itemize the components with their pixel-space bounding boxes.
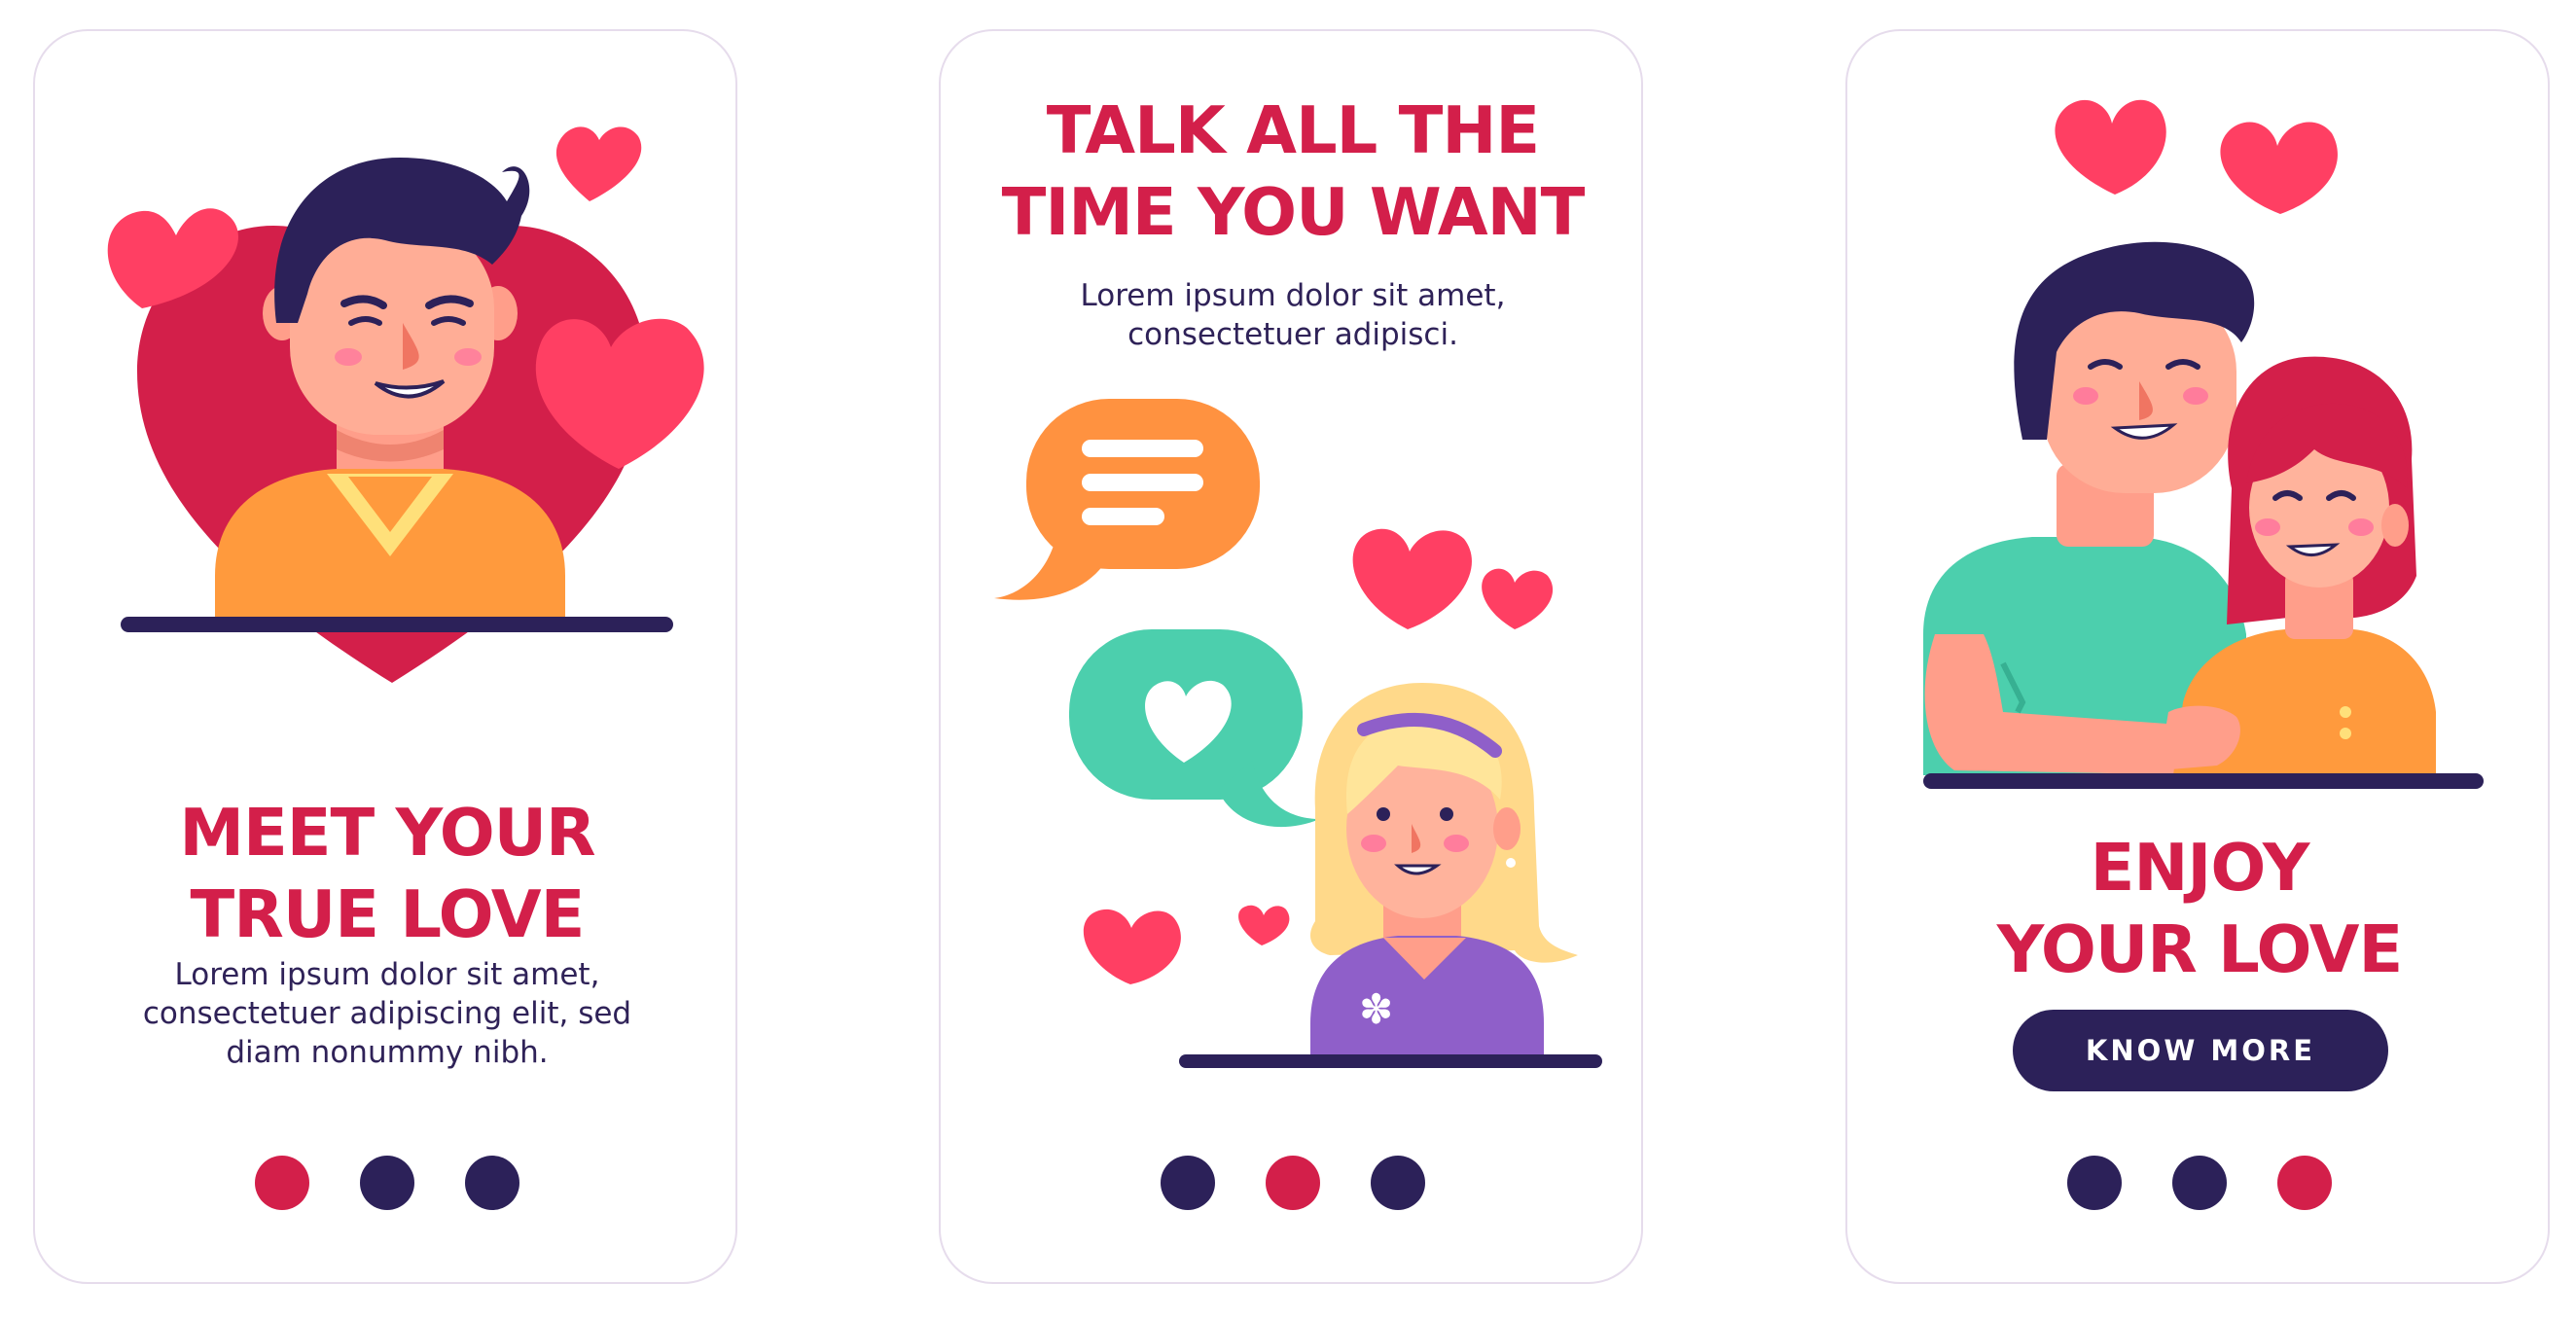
- onboarding-card-meet: MEET YOUR TRUE LOVE Lorem ipsum dolor si…: [33, 29, 737, 1284]
- page-dot-1[interactable]: [2067, 1156, 2122, 1210]
- title-line: ENJOY: [2090, 830, 2310, 906]
- description-line: consectetuer adipiscing elit, sed: [142, 996, 632, 1031]
- onboarding-card-talk: TALK ALL THE TIME YOU WANT Lorem ipsum d…: [939, 29, 1643, 1284]
- description-line: Lorem ipsum dolor sit amet,: [174, 957, 600, 992]
- page-dot-3[interactable]: [1371, 1156, 1425, 1210]
- pagination-dots: [35, 1156, 735, 1210]
- heart-bubble-icon: [1069, 629, 1320, 828]
- heart-icon: [1083, 909, 1181, 984]
- page-dot-1[interactable]: [255, 1156, 309, 1210]
- title-line: MEET YOUR: [179, 795, 595, 871]
- page-dot-3[interactable]: [2277, 1156, 2332, 1210]
- heart-icon: [1352, 528, 1472, 629]
- heart-icon: [555, 126, 642, 201]
- page-dot-2[interactable]: [2172, 1156, 2227, 1210]
- heart-icon: [2055, 99, 2166, 195]
- man-portrait-illustration: [107, 126, 704, 683]
- page-dot-1[interactable]: [1161, 1156, 1215, 1210]
- title-line: YOUR LOVE: [1996, 911, 2404, 987]
- page-dot-2[interactable]: [360, 1156, 414, 1210]
- screen-description: Lorem ipsum dolor sit amet, consectetuer…: [74, 955, 700, 1072]
- heart-icon: [1238, 905, 1290, 945]
- onboarding-card-enjoy: ENJOY YOUR LOVE KNOW MORE: [1845, 29, 2550, 1284]
- message-bubble-icon: [994, 399, 1260, 600]
- heart-icon: [2220, 122, 2338, 214]
- page-dot-3[interactable]: [465, 1156, 519, 1210]
- flower-icon: ✽: [1359, 985, 1393, 1033]
- page-dot-2[interactable]: [1266, 1156, 1320, 1210]
- couple-illustration: [1923, 99, 2484, 789]
- screen-title: MEET YOUR TRUE LOVE: [35, 792, 735, 955]
- description-line: diam nonummy nibh.: [226, 1035, 549, 1070]
- heart-icon: [1482, 568, 1554, 629]
- screen-title: ENJOY YOUR LOVE: [1847, 827, 2548, 990]
- know-more-button[interactable]: KNOW MORE: [2013, 1010, 2388, 1091]
- pagination-dots: [1847, 1156, 2548, 1210]
- woman-chat-illustration: ✽: [994, 399, 1602, 1068]
- pagination-dots: [941, 1156, 1641, 1210]
- title-line: TRUE LOVE: [190, 876, 586, 952]
